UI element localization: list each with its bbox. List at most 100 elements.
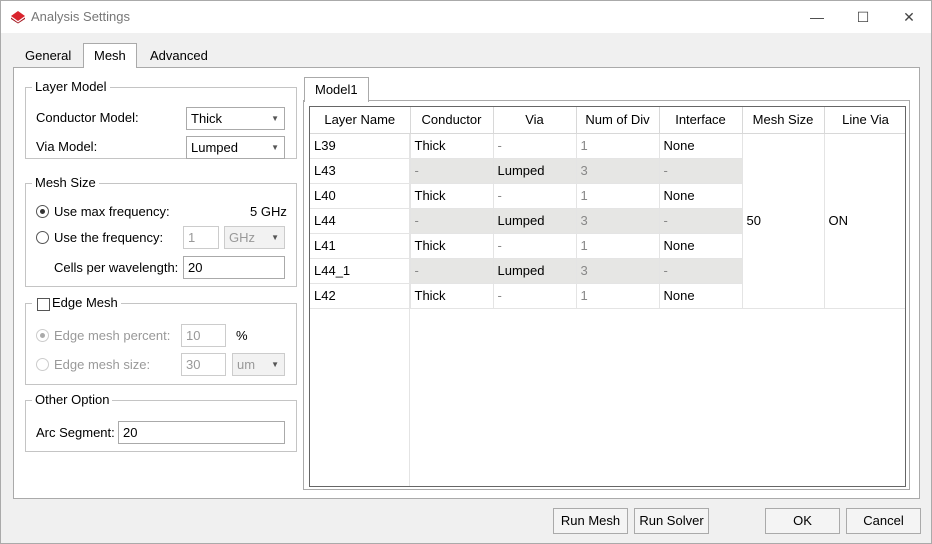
cell-layer-name[interactable]: L44 xyxy=(310,208,411,234)
cancel-button[interactable]: Cancel xyxy=(846,508,921,534)
tab-advanced[interactable]: Advanced xyxy=(140,45,218,68)
column-header-interface[interactable]: Interface xyxy=(659,107,743,134)
ok-button[interactable]: OK xyxy=(765,508,840,534)
use-the-frequency-radio[interactable] xyxy=(36,231,49,244)
cell-via[interactable]: - xyxy=(493,183,577,209)
cell-layer-name[interactable]: L39 xyxy=(310,133,411,159)
tab-mesh[interactable]: Mesh xyxy=(83,43,137,68)
cell-via[interactable]: Lumped xyxy=(493,258,577,284)
cell-via[interactable]: - xyxy=(493,233,577,259)
arc-segment-input[interactable]: 20 xyxy=(118,421,285,444)
layer-model-title: Layer Model xyxy=(32,79,110,94)
model-panel: Layer Name Conductor Via Num of Div Inte… xyxy=(303,100,910,490)
via-model-select[interactable]: Lumped ▼ xyxy=(186,136,285,159)
cell-interface[interactable]: None xyxy=(659,133,743,159)
column-header-mesh-size[interactable]: Mesh Size xyxy=(742,107,825,134)
maximize-button[interactable]: ☐ xyxy=(840,1,886,33)
cell-via[interactable]: - xyxy=(493,133,577,159)
edge-mesh-size-input[interactable]: 30 xyxy=(181,353,226,376)
cell-interface[interactable]: None xyxy=(659,283,743,309)
via-model-label: Via Model: xyxy=(36,139,98,154)
cell-interface[interactable]: None xyxy=(659,233,743,259)
close-icon: ✕ xyxy=(903,8,915,25)
use-max-frequency-radio[interactable] xyxy=(36,205,49,218)
minimize-button[interactable]: — xyxy=(794,1,840,33)
table-row[interactable]: L39 Thick - 1 None 50 ON xyxy=(310,133,905,309)
cell-conductor[interactable]: Thick xyxy=(410,283,494,309)
column-header-conductor[interactable]: Conductor xyxy=(410,107,494,134)
column-header-line-via[interactable]: Line Via xyxy=(824,107,905,134)
conductor-model-select[interactable]: Thick ▼ xyxy=(186,107,285,130)
cell-interface[interactable]: None xyxy=(659,183,743,209)
tab-model1[interactable]: Model1 xyxy=(304,77,369,102)
cell-num-of-div[interactable]: 3 xyxy=(576,208,660,234)
cell-via[interactable]: Lumped xyxy=(493,208,577,234)
cells-per-wavelength-input[interactable]: 20 xyxy=(183,256,285,279)
analysis-settings-window: Analysis Settings — ☐ ✕ General Mesh Adv… xyxy=(0,0,932,544)
cell-num-of-div[interactable]: 1 xyxy=(576,133,660,159)
cell-num-of-div[interactable]: 3 xyxy=(576,158,660,184)
app-logo-icon xyxy=(11,11,25,24)
conductor-model-value: Thick xyxy=(191,111,223,126)
cell-conductor[interactable]: Thick xyxy=(410,183,494,209)
column-header-via[interactable]: Via xyxy=(493,107,577,134)
cell-mesh-size[interactable]: 50 xyxy=(742,133,825,309)
edge-mesh-unit-select[interactable]: um ▼ xyxy=(232,353,285,376)
layer-table: Layer Name Conductor Via Num of Div Inte… xyxy=(309,106,906,487)
chevron-down-icon: ▼ xyxy=(271,233,279,242)
layer-model-group: Layer Model Conductor Model: Thick ▼ Via… xyxy=(25,79,297,159)
frequency-input[interactable]: 1 xyxy=(183,226,219,249)
tab-general[interactable]: General xyxy=(15,45,81,68)
cell-line-via[interactable]: ON xyxy=(824,133,905,309)
frequency-unit-value: GHz xyxy=(229,230,255,245)
run-solver-button[interactable]: Run Solver xyxy=(634,508,709,534)
chevron-down-icon: ▼ xyxy=(271,360,279,369)
cell-via[interactable]: - xyxy=(493,283,577,309)
cell-layer-name[interactable]: L41 xyxy=(310,233,411,259)
edge-mesh-checkbox[interactable] xyxy=(37,298,50,311)
cell-layer-name[interactable]: L40 xyxy=(310,183,411,209)
cell-via[interactable]: Lumped xyxy=(493,158,577,184)
minimize-icon: — xyxy=(810,9,824,25)
edge-mesh-percent-label: Edge mesh percent: xyxy=(54,328,171,343)
cell-interface[interactable]: - xyxy=(659,158,743,184)
run-mesh-button[interactable]: Run Mesh xyxy=(553,508,628,534)
cells-per-wavelength-label: Cells per wavelength: xyxy=(54,260,179,275)
maximize-icon: ☐ xyxy=(856,8,870,25)
chevron-down-icon: ▼ xyxy=(271,114,279,123)
cell-layer-name[interactable]: L42 xyxy=(310,283,411,309)
cell-conductor[interactable]: Thick xyxy=(410,133,494,159)
column-header-num-of-div[interactable]: Num of Div xyxy=(576,107,660,134)
edge-mesh-group: Edge Mesh Edge mesh percent: 10 % Edge m… xyxy=(25,295,297,385)
cell-conductor[interactable]: - xyxy=(410,208,494,234)
chevron-down-icon: ▼ xyxy=(271,143,279,152)
via-model-value: Lumped xyxy=(191,140,238,155)
cell-conductor[interactable]: Thick xyxy=(410,233,494,259)
conductor-model-label: Conductor Model: xyxy=(36,110,139,125)
edge-mesh-size-radio[interactable] xyxy=(36,358,49,371)
cell-interface[interactable]: - xyxy=(659,208,743,234)
cell-num-of-div[interactable]: 1 xyxy=(576,183,660,209)
cell-num-of-div[interactable]: 1 xyxy=(576,283,660,309)
use-the-frequency-label: Use the frequency: xyxy=(54,230,164,245)
cell-num-of-div[interactable]: 3 xyxy=(576,258,660,284)
cell-layer-name[interactable]: L43 xyxy=(310,158,411,184)
column-header-layer-name[interactable]: Layer Name xyxy=(310,107,411,134)
arc-segment-label: Arc Segment: xyxy=(36,425,115,440)
other-option-group: Other Option Arc Segment: 20 xyxy=(25,392,297,452)
window-title: Analysis Settings xyxy=(31,9,130,24)
edge-mesh-percent-radio[interactable] xyxy=(36,329,49,342)
cell-layer-name[interactable]: L44_1 xyxy=(310,258,411,284)
frequency-unit-select[interactable]: GHz ▼ xyxy=(224,226,285,249)
cell-conductor[interactable]: - xyxy=(410,258,494,284)
other-option-title: Other Option xyxy=(32,392,113,407)
cell-conductor[interactable]: - xyxy=(410,158,494,184)
edge-mesh-percent-input[interactable]: 10 xyxy=(181,324,226,347)
close-button[interactable]: ✕ xyxy=(886,1,932,33)
use-max-frequency-label: Use max frequency: xyxy=(54,204,170,219)
cell-num-of-div[interactable]: 1 xyxy=(576,233,660,259)
edge-mesh-unit-value: um xyxy=(237,357,256,372)
max-frequency-value: 5 GHz xyxy=(250,204,287,219)
cell-interface[interactable]: - xyxy=(659,258,743,284)
edge-mesh-size-label: Edge mesh size: xyxy=(54,357,151,372)
